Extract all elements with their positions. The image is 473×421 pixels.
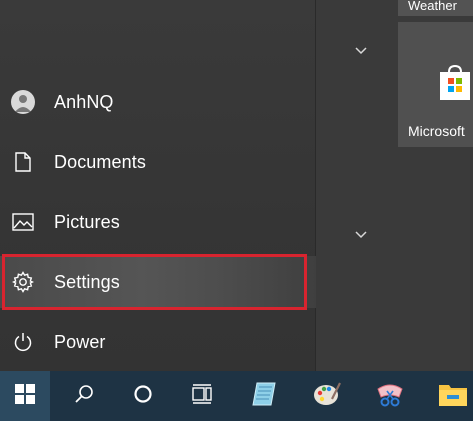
chevron-down-icon[interactable]	[355, 44, 367, 58]
task-view-button[interactable]	[177, 371, 227, 421]
picture-icon	[11, 210, 35, 234]
store-bag-icon	[439, 64, 471, 107]
windows-start-icon	[15, 383, 35, 409]
chevron-down-icon[interactable]	[355, 228, 367, 242]
snipping-tool-icon	[375, 379, 405, 414]
file-explorer-icon	[438, 381, 468, 412]
cortana-button[interactable]	[118, 371, 168, 421]
task-view-icon	[191, 383, 213, 409]
sidebar-item-label: Settings	[54, 271, 120, 292]
sidebar-item-user[interactable]: AnhNQ	[0, 76, 316, 128]
paint-app-icon	[312, 379, 342, 414]
microsoft-store-tile[interactable]: Microsoft	[398, 22, 473, 147]
taskbar	[0, 371, 473, 421]
weather-tile[interactable]: Weather	[398, 0, 473, 16]
weather-tile-label: Weather	[408, 0, 457, 13]
sidebar-item-label: Documents	[54, 151, 146, 172]
sidebar-item-label: Power	[54, 331, 106, 352]
notepad-app-icon	[251, 380, 279, 413]
sidebar-item-power[interactable]: Power	[0, 316, 316, 368]
sidebar-item-documents[interactable]: Documents	[0, 136, 316, 188]
sidebar-item-label: AnhNQ	[54, 91, 114, 112]
store-tile-label: Microsoft	[408, 123, 465, 139]
sidebar-item-settings[interactable]: Settings	[0, 256, 316, 308]
file-explorer-taskbar-button[interactable]	[428, 371, 473, 421]
sidebar-item-pictures[interactable]: Pictures	[0, 196, 316, 248]
document-icon	[11, 150, 35, 174]
windows-start-button[interactable]	[0, 371, 50, 421]
cortana-icon	[133, 384, 153, 409]
notepad-taskbar-button[interactable]	[240, 371, 290, 421]
user-avatar-icon	[11, 90, 35, 114]
gear-icon	[11, 270, 35, 294]
paint-taskbar-button[interactable]	[302, 371, 352, 421]
sidebar-item-label: Pictures	[54, 211, 120, 232]
search-icon	[74, 384, 94, 409]
snipping-tool-taskbar-button[interactable]	[365, 371, 415, 421]
power-icon	[11, 330, 35, 354]
search-button[interactable]	[59, 371, 109, 421]
